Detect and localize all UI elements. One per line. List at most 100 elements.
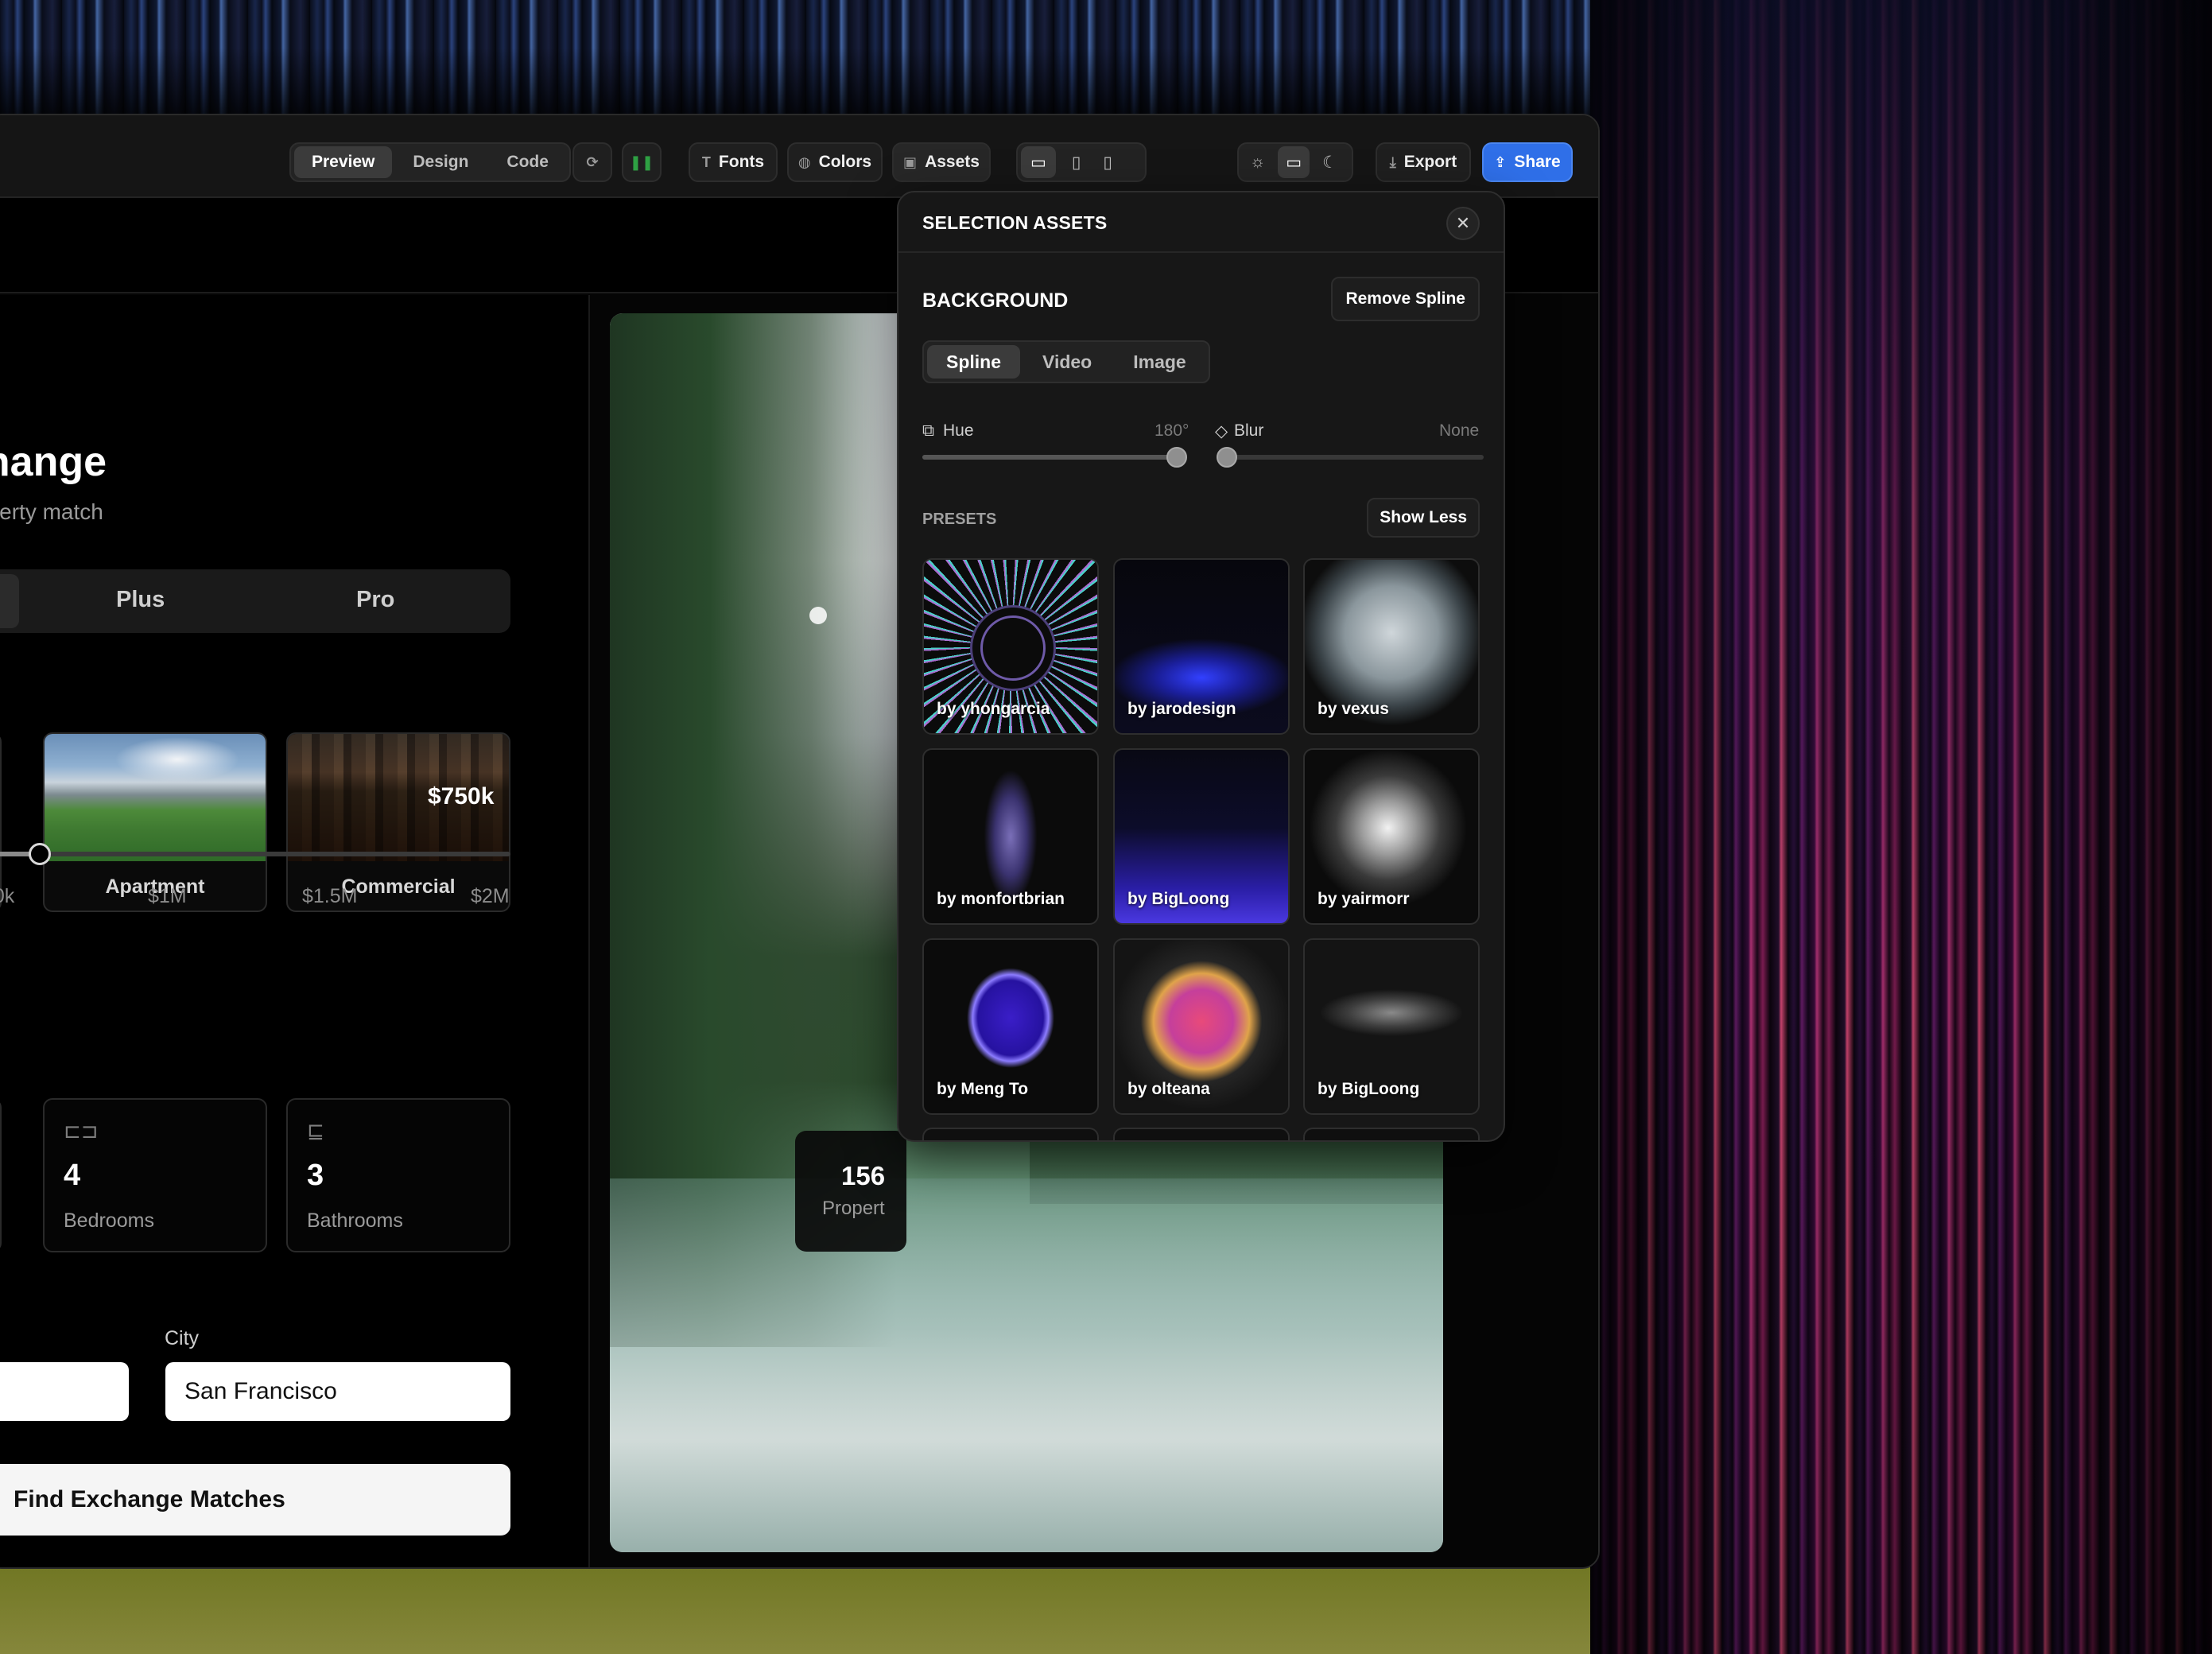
desktop-device-button[interactable]: ▭ — [1021, 146, 1056, 178]
selection-assets-panel: SELECTION ASSETS ✕ BACKGROUND Remove Spl… — [897, 191, 1505, 1142]
preset-tile[interactable]: by olteana — [1113, 938, 1290, 1115]
tier-basic[interactable] — [0, 574, 19, 628]
preset-author: by BigLoong — [1317, 1080, 1420, 1098]
fonts-button[interactable]: T Fonts — [689, 142, 778, 182]
pause-icon: ❚❚ — [629, 153, 654, 170]
assets-button[interactable]: ▣ Assets — [892, 142, 991, 182]
preset-author: by olteana — [1127, 1080, 1210, 1098]
stat-value: 156 — [841, 1161, 886, 1190]
blur-slider-track[interactable] — [1217, 455, 1484, 460]
price-tick: $1.5M — [302, 885, 358, 907]
panel-title: SELECTION ASSETS — [922, 212, 1108, 233]
theme-switch: ☼ ▭ ☾ — [1237, 142, 1353, 182]
spline-tab[interactable]: Spline — [927, 345, 1021, 379]
hue-value: 180° — [1155, 421, 1189, 440]
hue-slider-track[interactable] — [922, 455, 1185, 460]
export-button[interactable]: ⤓ Export — [1376, 142, 1471, 182]
design-tab[interactable]: Design — [395, 146, 486, 178]
bathrooms-label: Bathrooms — [307, 1209, 403, 1232]
blur-value: None — [1439, 421, 1480, 440]
preset-tile[interactable]: by vexus — [1303, 558, 1480, 735]
type-icon: T — [701, 153, 711, 170]
city-field[interactable]: San Francisco — [165, 1362, 510, 1421]
price-tick: $1M — [148, 885, 187, 907]
lake-reflection — [610, 1178, 1443, 1552]
find-matches-button[interactable]: Find Exchange Matches — [0, 1464, 510, 1536]
toolbar: Preview Design Code ⟳ ❚❚ T Fonts ◍ Color… — [0, 115, 1598, 198]
form-title: change — [0, 439, 107, 485]
share-button[interactable]: ⇪ Share — [1482, 142, 1573, 182]
preset-author: by jarodesign — [1127, 700, 1236, 718]
close-icon: ✕ — [1455, 213, 1471, 233]
preset-tile[interactable]: by monfortbrian — [922, 748, 1099, 925]
preset-author: by Meng To — [937, 1080, 1029, 1098]
blur-label: Blur — [1234, 421, 1264, 440]
colors-label: Colors — [818, 153, 872, 171]
view-mode-switch: Preview Design Code — [289, 142, 571, 182]
preset-tile[interactable]: by yhongarcia — [922, 558, 1099, 735]
preset-tile[interactable]: by BigLoong — [1303, 938, 1480, 1115]
monitor-icon: ▭ — [1030, 153, 1046, 172]
hue-icon: ⧉ — [922, 421, 934, 440]
device-switch: ▭ ▯ ▯ — [1016, 142, 1147, 182]
state-field[interactable] — [0, 1362, 129, 1421]
tier-pro[interactable]: Pro — [356, 587, 394, 613]
preset-author: by vexus — [1317, 700, 1389, 718]
price-tick: 00k — [0, 885, 15, 907]
price-tick: $2M — [471, 885, 510, 907]
share-icon: ⇪ — [1494, 153, 1507, 170]
presets-label: PRESETS — [922, 511, 997, 528]
video-tab[interactable]: Video — [1023, 345, 1111, 379]
bathrooms-value: 3 — [307, 1159, 324, 1192]
remove-spline-button[interactable]: Remove Spline — [1331, 277, 1480, 321]
preset-author: by yhongarcia — [937, 700, 1050, 718]
stat-label: Propert — [822, 1198, 885, 1219]
property-stat-chip: 156 Propert — [795, 1131, 906, 1252]
bathrooms-card[interactable]: ⊑ 3 Bathrooms — [286, 1098, 510, 1252]
bath-icon: ⊑ — [307, 1119, 324, 1143]
dark-theme-button[interactable]: ☾ — [1314, 146, 1345, 178]
bed-icon: ⊏⊐ — [64, 1119, 99, 1143]
close-button[interactable]: ✕ — [1446, 207, 1480, 240]
refresh-button[interactable]: ⟳ — [572, 142, 612, 182]
preset-tile[interactable]: by jarodesign — [1113, 558, 1290, 735]
preset-tile[interactable]: by yairmorr — [1303, 748, 1480, 925]
panel-header: SELECTION ASSETS ✕ — [898, 192, 1504, 253]
background-streaks-top — [0, 0, 1590, 119]
preset-tile[interactable]: by Meng To — [922, 938, 1099, 1115]
apartment-image — [45, 734, 266, 861]
blur-slider-thumb[interactable] — [1217, 447, 1237, 468]
code-tab[interactable]: Code — [489, 146, 566, 178]
download-icon: ⤓ — [1389, 153, 1396, 170]
city-label: City — [165, 1327, 200, 1349]
preset-tile[interactable]: by BigLoong — [1113, 748, 1290, 925]
background-streaks-right — [1590, 0, 2212, 1654]
image-tab[interactable]: Image — [1114, 345, 1205, 379]
price-value: $750k — [428, 783, 495, 810]
tablet-device-button[interactable]: ▯ — [1065, 146, 1088, 178]
light-theme-button[interactable]: ☼ — [1242, 146, 1273, 178]
preset-tile[interactable] — [1303, 1128, 1480, 1140]
price-slider-track[interactable] — [0, 852, 510, 856]
pause-button[interactable]: ❚❚ — [622, 142, 662, 182]
preview-tab[interactable]: Preview — [294, 146, 393, 178]
hotspot-dot[interactable] — [809, 607, 827, 624]
hue-slider-thumb[interactable] — [1166, 447, 1187, 468]
show-less-button[interactable]: Show Less — [1367, 498, 1480, 538]
image-icon: ▣ — [903, 153, 918, 170]
preset-tile[interactable] — [1113, 1128, 1290, 1140]
colors-button[interactable]: ◍ Colors — [787, 142, 883, 182]
system-theme-button[interactable]: ▭ — [1278, 146, 1310, 178]
tier-plus[interactable]: Plus — [116, 587, 165, 613]
preset-tile[interactable] — [922, 1128, 1099, 1140]
moon-icon: ☾ — [1322, 153, 1337, 172]
mobile-device-button[interactable]: ▯ — [1096, 146, 1119, 178]
blur-icon: ◇ — [1215, 422, 1228, 441]
bedrooms-card[interactable]: ⊏⊐ 4 Bedrooms — [43, 1098, 267, 1252]
spec-card[interactable] — [0, 1098, 2, 1252]
background-title: BACKGROUND — [922, 289, 1069, 312]
sun-icon: ☼ — [1250, 153, 1266, 171]
assets-label: Assets — [925, 153, 980, 171]
price-slider-thumb[interactable] — [29, 843, 51, 865]
background-type-switch: Spline Video Image — [922, 340, 1210, 383]
